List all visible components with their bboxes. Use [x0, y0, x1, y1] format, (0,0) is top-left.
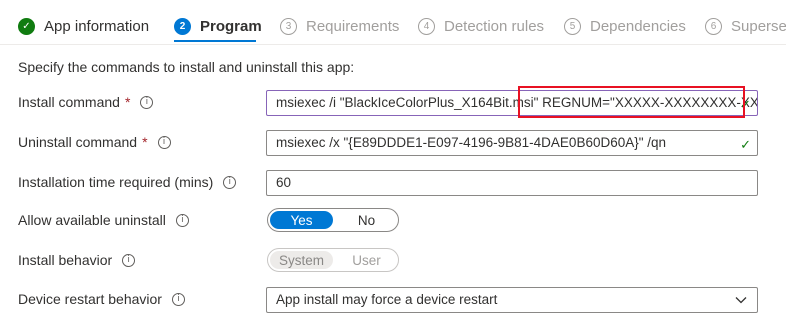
active-step-indicator — [174, 40, 256, 42]
chevron-down-icon — [735, 297, 747, 304]
step-label: Supersec — [731, 17, 786, 35]
uninstall-command-label: Uninstall command * i — [18, 134, 171, 150]
restart-behavior-dropdown[interactable]: App install may force a device restart — [266, 287, 758, 313]
required-marker: * — [124, 94, 131, 110]
toggle-option-yes[interactable]: Yes — [270, 211, 333, 229]
toggle-option-no[interactable]: No — [335, 209, 398, 231]
install-time-label: Installation time required (mins) i — [18, 174, 237, 190]
install-command-label: Install command * i — [18, 94, 154, 110]
install-behavior-row: Install behavior i System User — [0, 246, 786, 276]
step-detection-rules[interactable]: 4 Detection rules — [418, 14, 544, 38]
step-program[interactable]: 2 Program — [174, 14, 262, 38]
highlight-box — [518, 86, 745, 118]
uninstall-command-input[interactable]: msiexec /x "{E89DDDE1-E097-4196-9B81-4DA… — [266, 130, 758, 156]
step-number-icon: 3 — [280, 17, 297, 35]
step-label: App information — [44, 17, 150, 35]
step-label: Detection rules — [444, 17, 545, 35]
step-label: Program — [200, 17, 262, 35]
uninstall-command-row: Uninstall command * i msiexec /x "{E89DD… — [0, 128, 786, 158]
info-icon[interactable]: i — [122, 253, 136, 267]
step-label: Requirements — [306, 17, 400, 35]
install-behavior-toggle: System User — [267, 248, 399, 272]
section-description: Specify the commands to install and unin… — [18, 59, 355, 75]
step-app-information[interactable]: ✓ App information — [18, 14, 149, 38]
step-number-icon: 6 — [705, 17, 722, 35]
install-time-input[interactable]: 60 — [266, 170, 758, 196]
toggle-option-system: System — [270, 251, 333, 269]
install-behavior-label: Install behavior i — [18, 252, 136, 268]
toggle-option-user: User — [352, 252, 381, 268]
allow-uninstall-row: Allow available uninstall i Yes No — [0, 206, 786, 236]
restart-behavior-row: Device restart behavior i App install ma… — [0, 285, 786, 315]
step-number-icon: 2 — [174, 17, 191, 35]
divider — [0, 44, 786, 45]
valid-check-icon: ✓ — [740, 138, 751, 153]
step-dependencies[interactable]: 5 Dependencies — [564, 14, 686, 38]
step-label: Dependencies — [590, 17, 686, 35]
info-icon[interactable]: i — [171, 292, 185, 306]
restart-behavior-label: Device restart behavior i — [18, 291, 185, 307]
info-icon[interactable]: i — [175, 213, 189, 227]
checkmark-icon: ✓ — [18, 17, 35, 35]
step-number-icon: 4 — [418, 17, 435, 35]
allow-uninstall-label: Allow available uninstall i — [18, 212, 189, 228]
required-marker: * — [142, 134, 148, 150]
info-icon[interactable]: i — [223, 175, 237, 189]
allow-uninstall-toggle[interactable]: Yes No — [267, 208, 399, 232]
info-icon[interactable]: i — [157, 135, 171, 149]
install-time-row: Installation time required (mins) i 60 — [0, 168, 786, 198]
step-requirements[interactable]: 3 Requirements — [280, 14, 399, 38]
wizard-steps: ✓ App information 2 Program 3 Requiremen… — [0, 0, 786, 44]
info-icon[interactable]: i — [140, 95, 154, 109]
step-supersedence[interactable]: 6 Supersec — [705, 14, 786, 38]
step-number-icon: 5 — [564, 17, 581, 35]
